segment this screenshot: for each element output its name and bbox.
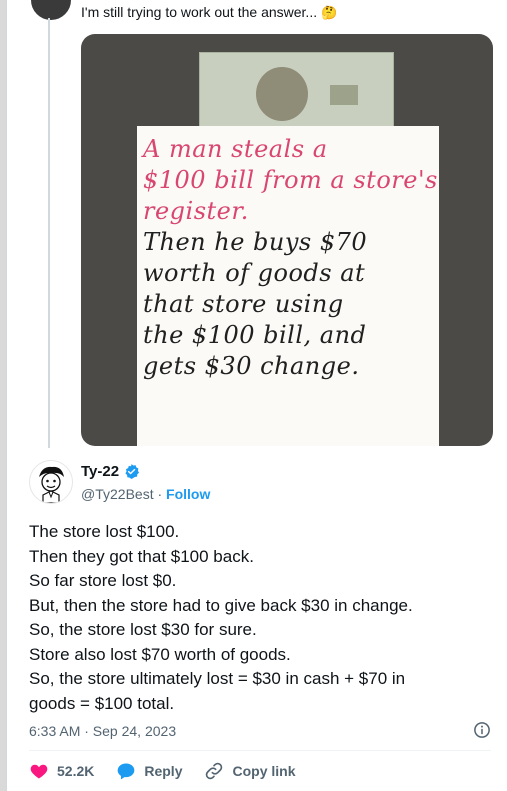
quoted-text: I'm still trying to work out the answer.…: [81, 4, 318, 20]
sign-line: register.: [143, 197, 249, 225]
tweet-photo[interactable]: A man steals a $100 bill from a store's …: [81, 34, 493, 446]
heart-icon: [30, 764, 48, 779]
info-icon[interactable]: [473, 721, 491, 739]
author-name[interactable]: Ty-22: [81, 463, 119, 480]
thread-line: [48, 18, 50, 448]
tweet-line: But, then the store had to give back $30…: [29, 595, 413, 615]
tweet-line: So, the store lost $30 for sure.: [29, 620, 257, 639]
verified-badge-icon: [125, 464, 140, 479]
hundred-dollar-bill-image: [199, 52, 394, 132]
copy-link-button[interactable]: Copy link: [204, 761, 296, 781]
tweet-timestamp[interactable]: 6:33 AM · Sep 24, 2023: [29, 723, 176, 739]
reply-icon: [118, 763, 135, 780]
tweet-card: I'm still trying to work out the answer.…: [6, 0, 507, 791]
author-name-row: Ty-22: [81, 463, 140, 480]
link-icon: [206, 762, 223, 780]
follow-button[interactable]: Follow: [166, 486, 210, 502]
separator: ·: [153, 486, 167, 502]
author-avatar[interactable]: [29, 460, 73, 504]
tweet-line: Store also lost $70 worth of goods.: [29, 644, 291, 664]
tweet-line: The store lost $100.: [29, 522, 180, 541]
author-handle[interactable]: @Ty22Best: [81, 486, 154, 502]
copy-link-label: Copy link: [232, 763, 296, 779]
action-bar: 52.2K Reply Copy link: [29, 761, 318, 781]
sign-line: gets $30 change.: [143, 352, 360, 380]
likes-count: 52.2K: [57, 763, 95, 779]
sign-line: the $100 bill, and: [143, 321, 367, 349]
tweet-text: The store lost $100. Then they got that …: [29, 520, 499, 716]
tweet-line: Then they got that $100 back.: [29, 546, 254, 566]
author-handle-row: @Ty22Best · Follow: [81, 486, 210, 502]
quoted-avatar[interactable]: [29, 0, 73, 22]
reply-label: Reply: [144, 763, 183, 779]
thinking-emoji: 🤔: [320, 5, 338, 20]
tweet-line: goods = $100 total.: [29, 693, 175, 713]
sign-line: $100 bill from a store's: [143, 166, 438, 194]
sign-line: Then he buys $70: [143, 228, 368, 256]
tweet-line: So, the store ultimately lost = $30 in c…: [29, 669, 406, 688]
divider: [29, 750, 491, 751]
quoted-tweet-text: I'm still trying to work out the answer.…: [81, 4, 337, 21]
sign-text: A man steals a $100 bill from a store's …: [143, 134, 443, 382]
sign-line: A man steals a: [143, 135, 328, 163]
tweet-line: So far store lost $0.: [29, 571, 177, 590]
like-button[interactable]: 52.2K: [29, 761, 94, 781]
sign-line: that store using: [143, 290, 344, 318]
reply-button[interactable]: Reply: [116, 761, 182, 781]
sign-line: worth of goods at: [143, 259, 366, 287]
